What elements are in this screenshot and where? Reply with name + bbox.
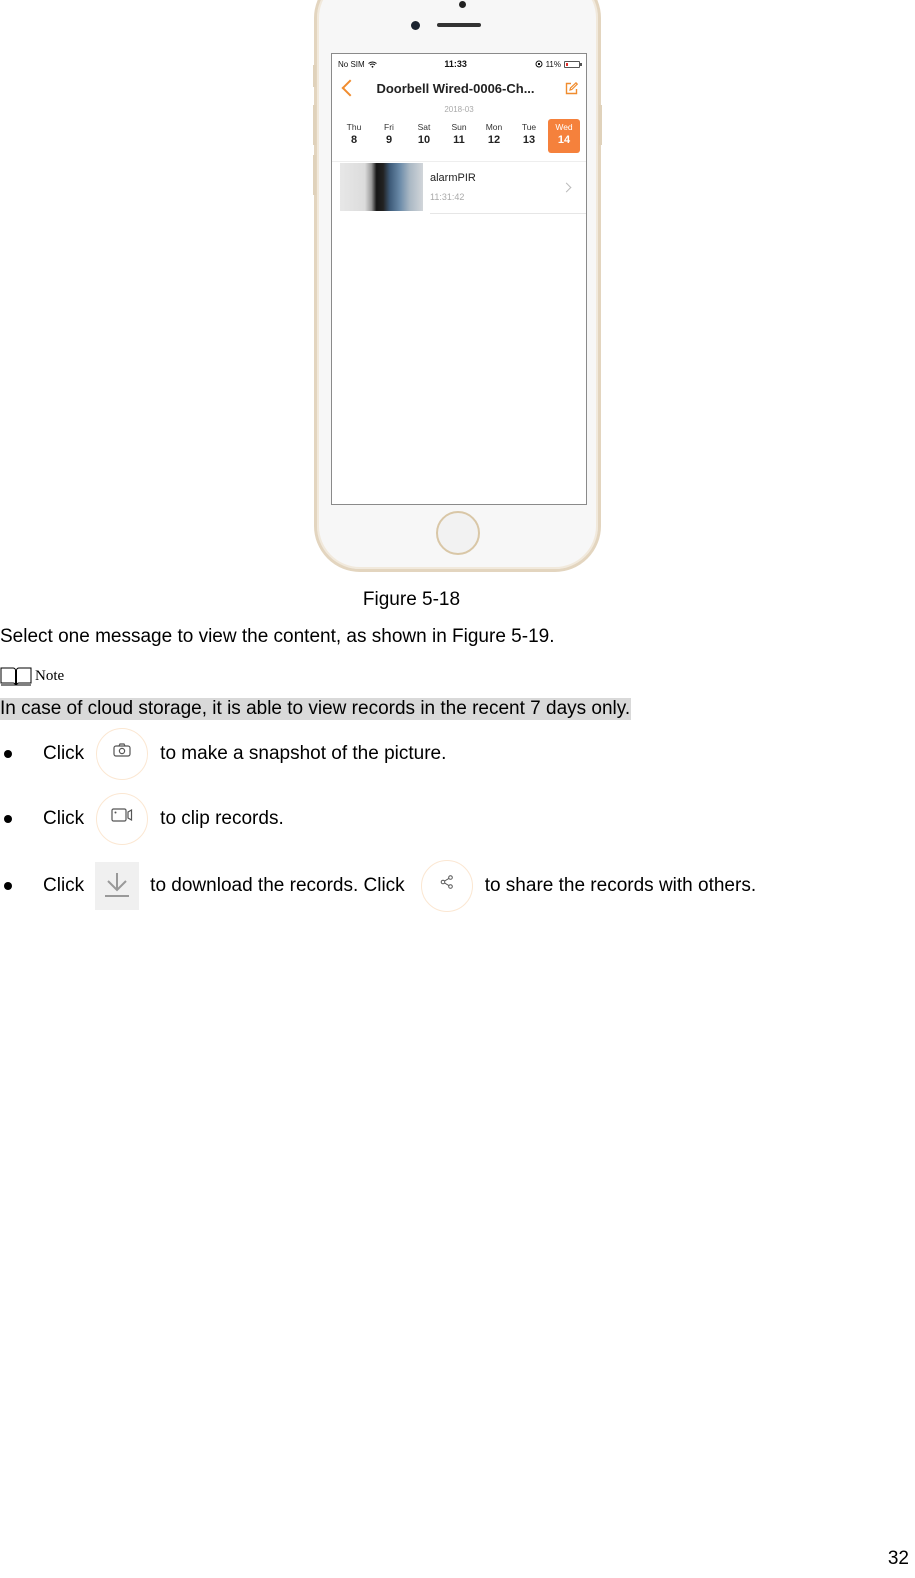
bullet-dot: [4, 815, 12, 823]
bullet-download-share: Click to download the records. Click to …: [0, 860, 756, 912]
day-tue[interactable]: Tue 13: [513, 119, 545, 153]
day-sun[interactable]: Sun 11: [443, 119, 475, 153]
day-number: 10: [417, 134, 431, 146]
record-divider: [430, 213, 586, 214]
week-selector: Thu 8 Fri 9 Sat 10 Sun 11 Mon 12 Tue 13: [332, 119, 586, 153]
bullet-prefix: Click: [43, 808, 85, 829]
note-text: In case of cloud storage, it is able to …: [0, 698, 632, 720]
nav-bar: Doorbell Wired-0006-Ch...: [332, 74, 586, 102]
bullet-prefix: Click: [43, 743, 85, 764]
month-label: 2018-03: [444, 105, 474, 114]
record-list-item[interactable]: alarmPIR 11:31:42: [332, 162, 586, 214]
day-fri[interactable]: Fri 9: [373, 119, 405, 153]
day-number: 8: [350, 134, 358, 146]
download-icon: [105, 873, 130, 897]
record-time: 11:31:42: [430, 192, 465, 202]
bullet-snapshot: Click to make a snapshot of the picture.: [0, 728, 446, 780]
bullet-suffix: to clip records.: [160, 808, 284, 829]
video-clip-icon: [111, 808, 133, 822]
page-number: 32: [887, 1548, 909, 1569]
day-number: 12: [487, 134, 501, 146]
phone-home-button: [436, 511, 480, 555]
day-name: Sat: [417, 122, 431, 132]
day-name: Sun: [451, 122, 467, 132]
device-title: Doorbell Wired-0006-Ch...: [376, 80, 535, 96]
phone-speaker: [437, 23, 481, 27]
day-number: 14: [557, 134, 571, 146]
phone-volume-down: [313, 155, 316, 195]
day-name: Mon: [485, 122, 503, 132]
day-name: Tue: [521, 122, 537, 132]
day-number: 9: [385, 134, 393, 146]
day-name: Thu: [346, 122, 362, 132]
battery-icon: [564, 60, 582, 68]
snapshot-button[interactable]: [96, 728, 149, 780]
bullet-dot: [4, 750, 12, 758]
day-number: 11: [453, 134, 465, 146]
day-thu[interactable]: Thu 8: [338, 119, 370, 153]
intro-paragraph: Select one message to view the content, …: [0, 626, 555, 647]
clip-button[interactable]: [96, 793, 149, 845]
day-wed-selected[interactable]: Wed 14: [548, 119, 580, 153]
share-icon: [440, 875, 453, 889]
edit-icon[interactable]: [565, 81, 578, 95]
figure-caption: Figure 5-18: [362, 589, 461, 610]
bullet-middle: to download the records. Click: [150, 875, 405, 896]
day-mon[interactable]: Mon 12: [478, 119, 510, 153]
battery-percent: 11%: [545, 59, 561, 69]
camera-icon: [113, 743, 131, 757]
bullet-clip: Click to clip records.: [0, 793, 284, 845]
status-time: 11:33: [444, 59, 467, 69]
phone-sensor: [459, 1, 466, 8]
day-name: Fri: [384, 122, 394, 132]
bullet-suffix: to make a snapshot of the picture.: [160, 743, 447, 764]
phone-front-camera: [411, 21, 420, 30]
bullet-suffix: to share the records with others.: [484, 875, 757, 896]
status-bar: No SIM 11:33 11%: [332, 54, 586, 74]
share-button[interactable]: [420, 860, 473, 912]
bullet-dot: [4, 882, 12, 890]
note-header: Note: [0, 666, 64, 686]
note-label: Note: [35, 667, 65, 684]
day-sat[interactable]: Sat 10: [408, 119, 440, 153]
wifi-icon: [367, 61, 377, 68]
carrier-label: No SIM: [338, 59, 365, 69]
book-icon: [0, 667, 32, 686]
bullet-prefix: Click: [43, 875, 85, 896]
phone-screen: No SIM 11:33 11% Doorbell Wired-0006-Ch.…: [331, 53, 587, 505]
day-number: 13: [522, 134, 536, 146]
chevron-right-icon: [561, 182, 572, 192]
day-name: Wed: [555, 122, 573, 132]
record-title: alarmPIR: [430, 172, 476, 184]
phone-mockup: No SIM 11:33 11% Doorbell Wired-0006-Ch.…: [313, 0, 602, 572]
phone-volume-up: [313, 105, 316, 145]
phone-power-button: [599, 105, 602, 145]
phone-mute-switch: [313, 65, 316, 87]
download-button[interactable]: [95, 862, 140, 910]
record-thumbnail: [340, 163, 423, 211]
orientation-lock-icon: [535, 60, 543, 68]
